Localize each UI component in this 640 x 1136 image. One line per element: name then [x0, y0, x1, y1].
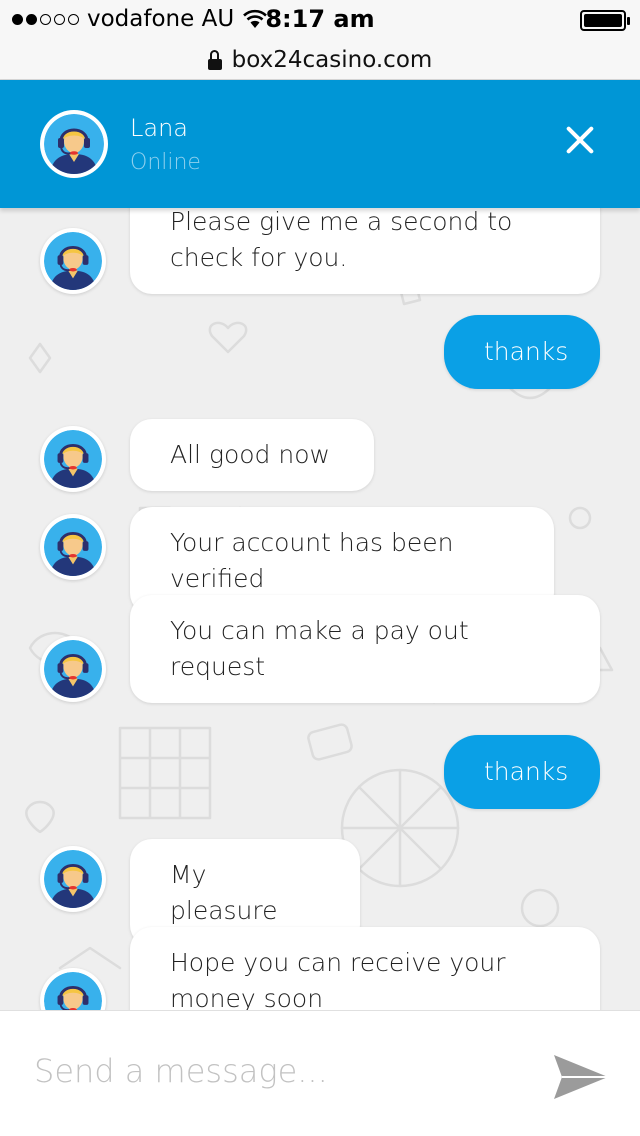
agent-avatar [40, 228, 106, 294]
battery-icon [580, 10, 630, 31]
url-text: box24casino.com [231, 46, 433, 73]
message-bubble: Please give me a second to check for you… [130, 208, 600, 294]
message-bubble: All good now [130, 419, 374, 491]
message-bubble: thanks [444, 315, 600, 389]
send-icon[interactable] [552, 1053, 610, 1101]
clock: 8:17 am [265, 5, 375, 33]
close-chat-button[interactable] [556, 116, 604, 164]
lock-icon [207, 49, 222, 70]
message-list[interactable]: Please give me a second to check for you… [0, 208, 640, 1010]
message-input[interactable] [34, 1043, 514, 1099]
agent-name: Lana [130, 114, 188, 142]
agent-avatar [40, 636, 106, 702]
composer [0, 1010, 640, 1136]
agent-avatar [40, 426, 106, 492]
agent-avatar [40, 110, 108, 178]
address-bar[interactable]: box24casino.com [0, 40, 640, 80]
message-bubble: You can make a pay out request [130, 595, 600, 703]
message-bubble: thanks [444, 735, 600, 809]
chat-header: Lana Online [0, 80, 640, 208]
agent-avatar [40, 968, 106, 1010]
agent-avatar [40, 514, 106, 580]
agent-status: Online [130, 150, 201, 175]
status-bar: vodafone AU 8:17 am [0, 0, 640, 40]
message-bubble: Hope you can receive your money soon [130, 927, 600, 1010]
agent-avatar [40, 846, 106, 912]
